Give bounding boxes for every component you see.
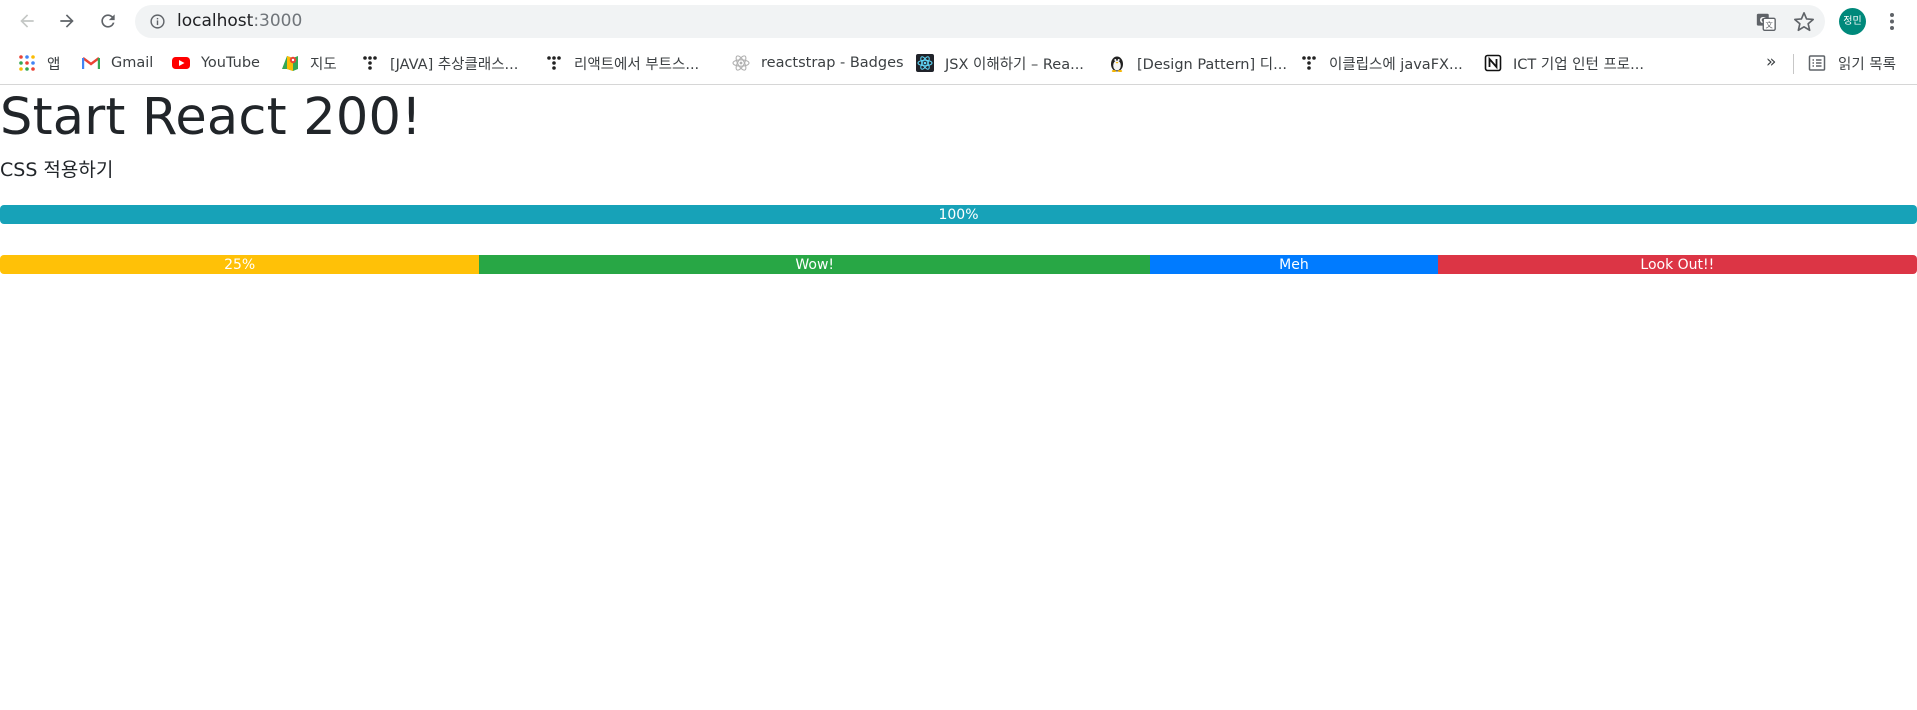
- apps-grid-icon: [18, 54, 36, 72]
- progress-bar-warning: 25%: [0, 255, 480, 274]
- youtube-icon: [172, 54, 190, 72]
- back-arrow-icon: [20, 14, 34, 28]
- page-title: Start React 200!: [0, 88, 422, 147]
- bookmark-label: 앱: [47, 56, 61, 73]
- bookmarks-overflow-button[interactable]: »: [1766, 52, 1776, 72]
- tistory-icon: [361, 54, 379, 72]
- back-button[interactable]: [12, 6, 42, 36]
- browser-chrome: localhost:3000 G文 정민 앱 Gmail YouTube 지도: [0, 0, 1917, 85]
- react-icon: [732, 54, 750, 72]
- progress-single: 100%: [0, 205, 1917, 224]
- reading-list-icon: [1808, 55, 1826, 71]
- maps-icon: [281, 54, 299, 72]
- bookmark-react-bootstrap[interactable]: 리액트에서 부트스...: [545, 52, 699, 74]
- bookmarks-bar: 앱 Gmail YouTube 지도 [JAVA] 추상클래스... 리액트에서…: [0, 43, 1917, 84]
- gmail-icon: [82, 54, 100, 72]
- url-host: localhost: [177, 11, 254, 31]
- star-icon[interactable]: [1793, 11, 1815, 33]
- bookmark-gmail[interactable]: Gmail: [82, 52, 153, 74]
- svg-text:文: 文: [1766, 21, 1774, 30]
- bookmark-reactstrap-badges[interactable]: reactstrap - Badges: [732, 52, 904, 74]
- bookmark-ict-intern[interactable]: ICT 기업 인턴 프로...: [1484, 52, 1644, 74]
- info-icon[interactable]: [149, 13, 166, 30]
- kebab-menu-icon[interactable]: [1880, 8, 1904, 35]
- penguin-icon: [1108, 54, 1126, 72]
- reading-list-button[interactable]: 읽기 목록: [1808, 52, 1896, 74]
- url-port: :3000: [253, 11, 303, 31]
- notion-icon: [1484, 54, 1502, 72]
- bookmark-label: YouTube: [201, 55, 260, 71]
- bookmark-label: [JAVA] 추상클래스...: [390, 56, 519, 73]
- reading-list-label: 읽기 목록: [1838, 56, 1896, 73]
- forward-arrow-icon: [60, 14, 74, 28]
- react-dark-icon: [916, 54, 934, 72]
- bookmark-label: 이클립스에 javaFX...: [1329, 56, 1463, 73]
- address-bar[interactable]: localhost:3000 G文: [135, 5, 1825, 38]
- bookmark-design-pattern[interactable]: [Design Pattern] 디...: [1108, 52, 1287, 74]
- bookmark-java-abstract[interactable]: [JAVA] 추상클래스...: [361, 52, 518, 74]
- bookmark-maps[interactable]: 지도: [281, 52, 337, 74]
- progress-bar-primary: Meh: [1150, 255, 1438, 274]
- progress-bar-danger: Look Out!!: [1437, 255, 1917, 274]
- tistory-icon: [545, 54, 563, 72]
- tistory-icon: [1300, 54, 1318, 72]
- translate-icon[interactable]: G文: [1755, 11, 1777, 33]
- bookmark-label: reactstrap - Badges: [761, 55, 904, 71]
- browser-toolbar: localhost:3000 G文 정민: [0, 0, 1917, 43]
- bookmark-label: Gmail: [111, 55, 154, 71]
- page-content: Start React 200! CSS 적용하기 100% 25% Wow! …: [0, 85, 1917, 710]
- profile-avatar[interactable]: 정민: [1839, 8, 1866, 35]
- page-subtitle: CSS 적용하기: [0, 159, 114, 181]
- bookmark-apps[interactable]: 앱: [18, 52, 60, 74]
- bookmark-label: 리액트에서 부트스...: [574, 56, 700, 73]
- bookmark-jsx[interactable]: JSX 이해하기 – Rea...: [916, 52, 1084, 74]
- url-text[interactable]: localhost:3000: [177, 5, 302, 38]
- forward-button[interactable]: [52, 6, 82, 36]
- progress-multi: 25% Wow! Meh Look Out!!: [0, 255, 1917, 274]
- progress-bar-info: 100%: [0, 205, 1917, 224]
- bookmark-label: 지도: [310, 56, 337, 73]
- bookmark-eclipse-javafx[interactable]: 이클립스에 javaFX...: [1300, 52, 1463, 74]
- reload-icon: [101, 14, 115, 28]
- bookmarks-divider: [1793, 54, 1794, 74]
- bookmark-label: [Design Pattern] 디...: [1137, 56, 1287, 73]
- reload-button[interactable]: [93, 6, 123, 36]
- bookmark-label: ICT 기업 인턴 프로...: [1513, 56, 1644, 73]
- bookmark-youtube[interactable]: YouTube: [172, 52, 260, 74]
- progress-bar-success: Wow!: [479, 255, 1151, 274]
- bookmark-label: JSX 이해하기 – Rea...: [945, 56, 1084, 73]
